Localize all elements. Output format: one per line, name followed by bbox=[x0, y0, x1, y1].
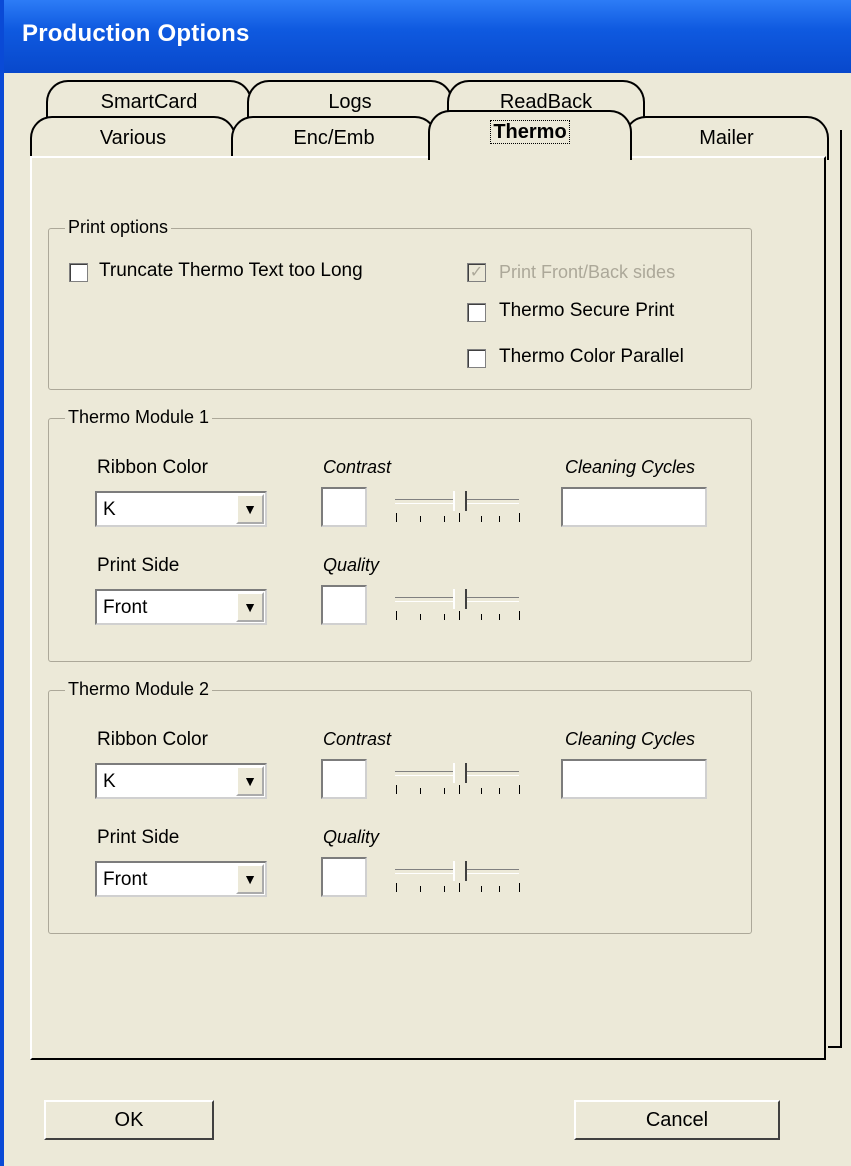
module-1-cleaning-input[interactable] bbox=[561, 487, 707, 527]
slider-tick bbox=[481, 516, 482, 522]
slider-thumb[interactable] bbox=[453, 763, 467, 783]
chevron-down-icon[interactable]: ▼ bbox=[236, 864, 264, 894]
slider-tick bbox=[444, 886, 445, 892]
tab-enc-emb[interactable]: Enc/Emb bbox=[231, 116, 437, 160]
slider-tick bbox=[420, 788, 421, 794]
tab-smartcard-label: SmartCard bbox=[100, 91, 198, 113]
module-2-side-select[interactable]: Front ▼ bbox=[95, 861, 267, 897]
print-options-group: Print options Truncate Thermo Text too L… bbox=[48, 217, 752, 390]
tab-enc-emb-label: Enc/Emb bbox=[293, 127, 375, 149]
window-title: Production Options bbox=[22, 20, 250, 47]
module-1-quality-input[interactable] bbox=[321, 585, 367, 625]
slider-tick bbox=[396, 611, 397, 620]
slider-tick bbox=[499, 788, 500, 794]
module-1-contrast-slider[interactable] bbox=[395, 489, 521, 529]
module-1-ribbon-select[interactable]: K ▼ bbox=[95, 491, 267, 527]
slider-tick bbox=[519, 785, 520, 794]
slider-tick bbox=[481, 886, 482, 892]
slider-tick bbox=[499, 614, 500, 620]
module-2-quality-slider[interactable] bbox=[395, 859, 521, 899]
module-1-contrast-label: Contrast bbox=[323, 457, 392, 477]
module-2-cleaning-input[interactable] bbox=[561, 759, 707, 799]
truncate-label[interactable]: Truncate Thermo Text too Long bbox=[99, 260, 363, 282]
slider-tick bbox=[420, 614, 421, 620]
module-2-side-value: Front bbox=[103, 869, 148, 890]
module-2-contrast-slider[interactable] bbox=[395, 761, 521, 801]
secure-print-label[interactable]: Thermo Secure Print bbox=[499, 300, 674, 322]
chevron-down-icon[interactable]: ▼ bbox=[236, 766, 264, 796]
module-2-contrast-label: Contrast bbox=[323, 729, 392, 749]
print-options-legend: Print options bbox=[65, 217, 172, 238]
tab-mailer-label: Mailer bbox=[699, 127, 754, 149]
production-options-window: Production Options SmartCard Logs ReadBa… bbox=[0, 0, 851, 1166]
slider-tick bbox=[459, 611, 460, 620]
truncate-checkbox[interactable] bbox=[69, 263, 88, 282]
slider-tick bbox=[396, 785, 397, 794]
module-2-side-label: Print Side bbox=[97, 827, 180, 848]
module-2-quality-label: Quality bbox=[323, 827, 380, 847]
slider-tick bbox=[519, 611, 520, 620]
slider-tick bbox=[519, 883, 520, 892]
slider-tick bbox=[481, 788, 482, 794]
module-1-quality-slider[interactable] bbox=[395, 587, 521, 627]
color-parallel-checkbox[interactable] bbox=[467, 349, 486, 368]
slider-tick bbox=[459, 513, 460, 522]
slider-tick bbox=[459, 883, 460, 892]
slider-tick bbox=[444, 516, 445, 522]
tab-various-label: Various bbox=[99, 127, 167, 149]
slider-thumb[interactable] bbox=[453, 589, 467, 609]
ok-button[interactable]: OK bbox=[44, 1100, 214, 1140]
tab-mailer[interactable]: Mailer bbox=[624, 116, 829, 160]
tab-thermo[interactable]: Thermo bbox=[428, 110, 632, 160]
module-1-legend: Thermo Module 1 bbox=[65, 407, 213, 428]
tab-logs-label: Logs bbox=[328, 91, 372, 113]
slider-tick bbox=[481, 614, 482, 620]
tab-various[interactable]: Various bbox=[30, 116, 236, 160]
module-1-side-select[interactable]: Front ▼ bbox=[95, 589, 267, 625]
color-parallel-label[interactable]: Thermo Color Parallel bbox=[499, 346, 684, 368]
module-2-ribbon-select[interactable]: K ▼ bbox=[95, 763, 267, 799]
tab-thermo-label: Thermo bbox=[490, 120, 570, 144]
chevron-down-icon[interactable]: ▼ bbox=[236, 592, 264, 622]
module-1-contrast-input[interactable] bbox=[321, 487, 367, 527]
module-2-ribbon-label: Ribbon Color bbox=[97, 729, 208, 750]
slider-tick bbox=[499, 516, 500, 522]
module-2-contrast-input[interactable] bbox=[321, 759, 367, 799]
slider-tick bbox=[519, 513, 520, 522]
slider-tick bbox=[499, 886, 500, 892]
slider-tick bbox=[420, 886, 421, 892]
module-1-cleaning-label: Cleaning Cycles bbox=[565, 457, 696, 477]
tab-stack-edge bbox=[828, 130, 842, 1048]
slider-thumb[interactable] bbox=[453, 491, 467, 511]
checkmark-icon: ✓ bbox=[469, 264, 484, 281]
front-back-label[interactable]: Print Front/Back sides bbox=[499, 262, 675, 283]
slider-tick bbox=[396, 513, 397, 522]
thermo-module-1-group: Thermo Module 1 Ribbon Color K ▼ Contras… bbox=[48, 407, 752, 662]
slider-tick bbox=[444, 788, 445, 794]
chevron-down-icon[interactable]: ▼ bbox=[236, 494, 264, 524]
module-1-ribbon-label: Ribbon Color bbox=[97, 457, 208, 478]
module-1-side-label: Print Side bbox=[97, 555, 180, 576]
slider-thumb[interactable] bbox=[453, 861, 467, 881]
module-2-quality-input[interactable] bbox=[321, 857, 367, 897]
slider-tick bbox=[420, 516, 421, 522]
thermo-module-2-group: Thermo Module 2 Ribbon Color K ▼ Contras… bbox=[48, 679, 752, 934]
module-2-legend: Thermo Module 2 bbox=[65, 679, 213, 700]
slider-tick bbox=[396, 883, 397, 892]
module-2-ribbon-value: K bbox=[103, 771, 116, 792]
tab-panel-thermo: Print options Truncate Thermo Text too L… bbox=[30, 156, 826, 1060]
module-2-cleaning-label: Cleaning Cycles bbox=[565, 729, 696, 749]
title-bar[interactable]: Production Options bbox=[4, 0, 851, 73]
cancel-button[interactable]: Cancel bbox=[574, 1100, 780, 1140]
slider-tick bbox=[444, 614, 445, 620]
module-1-quality-label: Quality bbox=[323, 555, 380, 575]
module-1-ribbon-value: K bbox=[103, 499, 116, 520]
front-back-checkbox[interactable]: ✓ bbox=[467, 263, 486, 282]
secure-print-checkbox[interactable] bbox=[467, 303, 486, 322]
slider-tick bbox=[459, 785, 460, 794]
module-1-side-value: Front bbox=[103, 597, 148, 618]
